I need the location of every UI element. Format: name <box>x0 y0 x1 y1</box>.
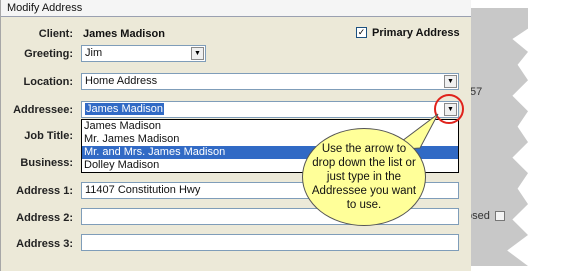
address1-label: Address 1: <box>16 185 73 197</box>
job-title-label: Job Title: <box>24 130 73 142</box>
background-checkbox-fragment <box>495 211 505 221</box>
greeting-value: Jim <box>85 47 103 59</box>
address2-label: Address 2: <box>16 212 73 224</box>
background-text-fragment: 57 <box>470 86 483 98</box>
greeting-select[interactable]: Jim ▼ <box>81 45 206 62</box>
business-label: Business: <box>20 157 73 169</box>
chevron-down-icon[interactable]: ▼ <box>191 47 204 60</box>
location-select[interactable]: Home Address ▼ <box>81 73 459 90</box>
primary-address-label: Primary Address <box>372 27 460 39</box>
address1-value: 11407 Constitution Hwy <box>85 184 201 196</box>
location-value: Home Address <box>85 75 158 87</box>
addressee-value: James Madison <box>85 103 165 115</box>
chevron-down-icon[interactable]: ▼ <box>444 75 457 88</box>
location-label: Location: <box>23 76 74 88</box>
address3-input[interactable] <box>81 234 459 251</box>
greeting-label: Greeting: <box>24 48 73 60</box>
client-value: James Madison <box>83 28 165 40</box>
callout-text: Use the arrow to drop down the list or j… <box>311 143 417 211</box>
callout-bubble: Use the arrow to drop down the list or j… <box>302 128 426 226</box>
address3-label: Address 3: <box>16 238 73 250</box>
primary-address-checkbox[interactable]: ✓ <box>356 27 367 38</box>
client-label: Client: <box>38 28 73 40</box>
dialog-title: Modify Address <box>1 0 471 17</box>
addressee-label: Addressee: <box>13 104 73 116</box>
